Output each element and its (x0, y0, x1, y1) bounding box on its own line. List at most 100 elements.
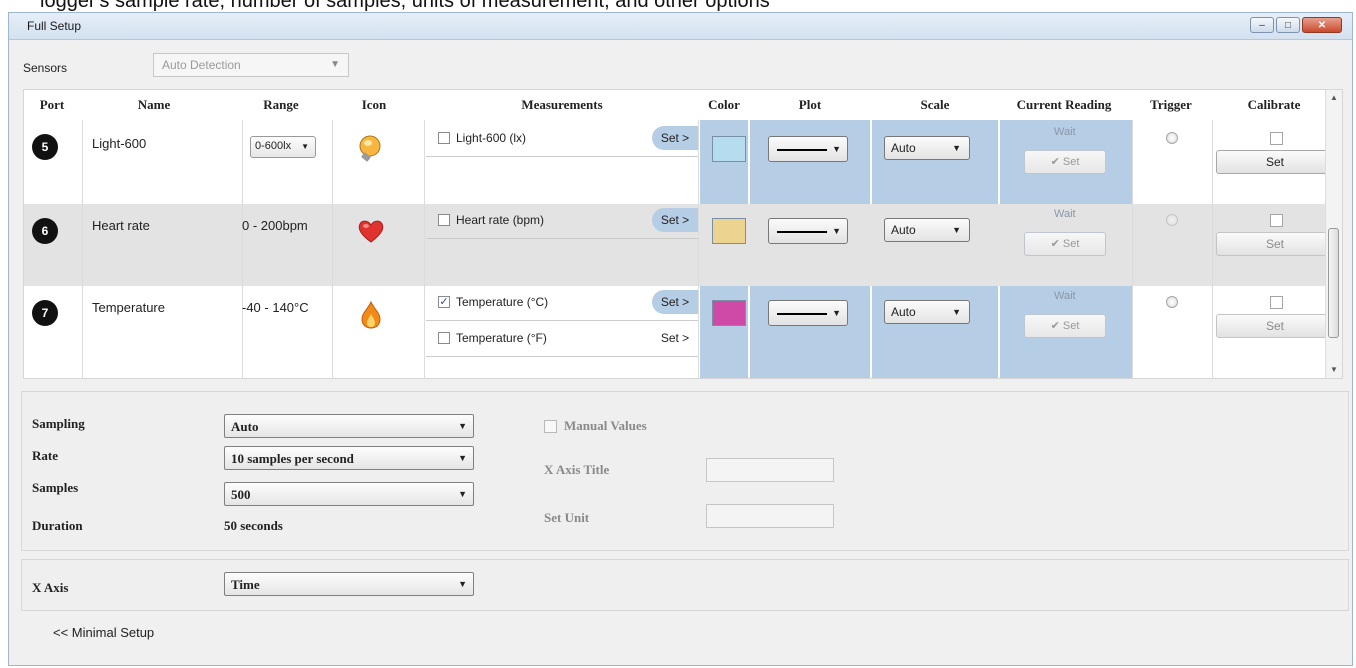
chevron-down-icon: ▼ (832, 226, 841, 236)
reading-status: Wait (1054, 208, 1076, 220)
header-icon: Icon (361, 97, 387, 112)
trigger-radio[interactable] (1166, 132, 1178, 144)
reading-set-label: Set (1062, 238, 1080, 250)
check-icon: ✔ (1050, 320, 1060, 332)
minimize-button[interactable]: – (1250, 17, 1274, 33)
scroll-down-icon[interactable]: ▼ (1326, 362, 1342, 378)
reading-set-button[interactable]: ✔ Set (1024, 150, 1106, 174)
sensor-name: Light-600 (92, 136, 147, 151)
plot-style-dropdown[interactable]: ▼ (768, 300, 848, 326)
line-style-preview (777, 313, 827, 315)
scrollbar-thumb[interactable] (1328, 228, 1339, 338)
calibrate-set-button[interactable]: Set (1216, 150, 1334, 174)
samples-label: Samples (32, 480, 79, 495)
range-dropdown[interactable]: 0-600lx ▼ (250, 136, 316, 158)
reading-status: Wait (1054, 126, 1076, 138)
scale-dropdown[interactable]: Auto ▼ (884, 218, 970, 242)
sensors-dropdown-value: Auto Detection (162, 58, 241, 72)
samples-dropdown-value: 500 (231, 487, 251, 502)
x-axis-title-input[interactable] (706, 458, 834, 482)
reading-set-button[interactable]: ✔ Set (1024, 232, 1106, 256)
chevron-down-icon: ▼ (458, 421, 467, 431)
calibrate-checkbox[interactable] (1270, 132, 1283, 145)
measurement-checkbox[interactable] (438, 214, 450, 226)
sampling-label: Sampling (32, 416, 85, 431)
header-trigger: Trigger (1150, 97, 1192, 112)
measurement-set-button[interactable]: Set > (652, 208, 698, 232)
measurement-checkbox[interactable] (438, 332, 450, 344)
check-icon: ✔ (1050, 238, 1060, 250)
table-row: 7 Temperature -40 - 140°C ✓ Temperature … (24, 286, 1334, 378)
header-scale: Scale (920, 97, 950, 112)
manual-values-checkbox[interactable] (544, 420, 557, 433)
measurement-item: Light-600 (lx) Set > (426, 122, 698, 157)
chevron-down-icon: ▼ (832, 144, 841, 154)
header-name: Name (137, 97, 171, 112)
sensor-name: Temperature (92, 300, 165, 315)
measurement-label: Light-600 (lx) (456, 131, 527, 145)
scale-dropdown[interactable]: Auto ▼ (884, 300, 970, 324)
reading-set-button[interactable]: ✔ Set (1024, 314, 1106, 338)
heart-icon (358, 220, 384, 243)
measurement-label: Heart rate (bpm) (456, 213, 545, 227)
trigger-radio[interactable] (1166, 214, 1178, 226)
x-axis-label: X Axis (32, 580, 69, 595)
rate-dropdown-value: 10 samples per second (231, 451, 354, 466)
scale-dropdown[interactable]: Auto ▼ (884, 136, 970, 160)
chevron-down-icon: ▼ (832, 308, 841, 318)
sensor-range: -40 - 140°C (242, 300, 309, 315)
manual-values-label: Manual Values (564, 418, 647, 433)
samples-dropdown[interactable]: 500 ▼ (224, 482, 474, 506)
rate-dropdown[interactable]: 10 samples per second ▼ (224, 446, 474, 470)
header-measurements: Measurements (521, 97, 603, 112)
x-axis-dropdown[interactable]: Time ▼ (224, 572, 474, 596)
sampling-dropdown[interactable]: Auto ▼ (224, 414, 474, 438)
close-button[interactable]: ✕ (1302, 17, 1342, 33)
maximize-icon: □ (1284, 19, 1292, 31)
port-badge: 5 (32, 134, 58, 160)
full-setup-window: Full Setup – □ ✕ Sensors Auto Detection … (8, 12, 1353, 666)
minimize-icon: – (1259, 19, 1265, 31)
reading-set-label: Set (1062, 320, 1080, 332)
measurement-checkbox[interactable]: ✓ (438, 296, 450, 308)
chevron-down-icon: ▼ (952, 225, 961, 235)
scale-dropdown-value: Auto (891, 141, 916, 155)
calibrate-set-button[interactable]: Set (1216, 314, 1334, 338)
duration-label: Duration (32, 518, 83, 533)
line-style-preview (777, 149, 827, 151)
x-axis-title-label: X Axis Title (544, 462, 610, 477)
calibrate-set-button[interactable]: Set (1216, 232, 1334, 256)
measurement-set-button[interactable]: Set > (652, 290, 698, 314)
calibrate-checkbox[interactable] (1270, 214, 1283, 227)
measurement-checkbox[interactable] (438, 132, 450, 144)
sensors-label: Sensors (23, 61, 68, 75)
calibrate-checkbox[interactable] (1270, 296, 1283, 309)
sensor-range: 0 - 200bpm (242, 218, 308, 233)
minimal-setup-link[interactable]: << Minimal Setup (53, 625, 154, 640)
port-badge: 7 (32, 300, 58, 326)
maximize-button[interactable]: □ (1276, 17, 1300, 33)
color-swatch[interactable] (712, 300, 746, 326)
color-swatch[interactable] (712, 218, 746, 244)
x-axis-panel: X Axis Time ▼ (21, 559, 1349, 611)
header-calibrate: Calibrate (1247, 97, 1301, 112)
sensor-table: Port Name Range Icon Measurements Color … (23, 89, 1343, 379)
table-scrollbar[interactable]: ▲ ▼ (1325, 90, 1342, 378)
chevron-down-icon: ▼ (458, 579, 467, 589)
set-unit-input[interactable] (706, 504, 834, 528)
port-badge: 6 (32, 218, 58, 244)
color-swatch[interactable] (712, 136, 746, 162)
chevron-down-icon: ▼ (458, 489, 467, 499)
title-bar: Full Setup – □ ✕ (9, 13, 1352, 40)
plot-style-dropdown[interactable]: ▼ (768, 218, 848, 244)
trigger-radio[interactable] (1166, 296, 1178, 308)
scroll-up-icon[interactable]: ▲ (1326, 90, 1342, 106)
range-dropdown-value: 0-600lx (255, 140, 292, 152)
measurement-set-button[interactable]: Set > (652, 126, 698, 150)
measurement-item: Temperature (°F) Set > (426, 322, 698, 357)
sensors-dropdown[interactable]: Auto Detection ▼ (153, 53, 349, 77)
measurement-set-button[interactable]: Set > (652, 326, 698, 350)
scale-dropdown-value: Auto (891, 223, 916, 237)
plot-style-dropdown[interactable]: ▼ (768, 136, 848, 162)
chevron-down-icon: ▼ (952, 307, 961, 317)
